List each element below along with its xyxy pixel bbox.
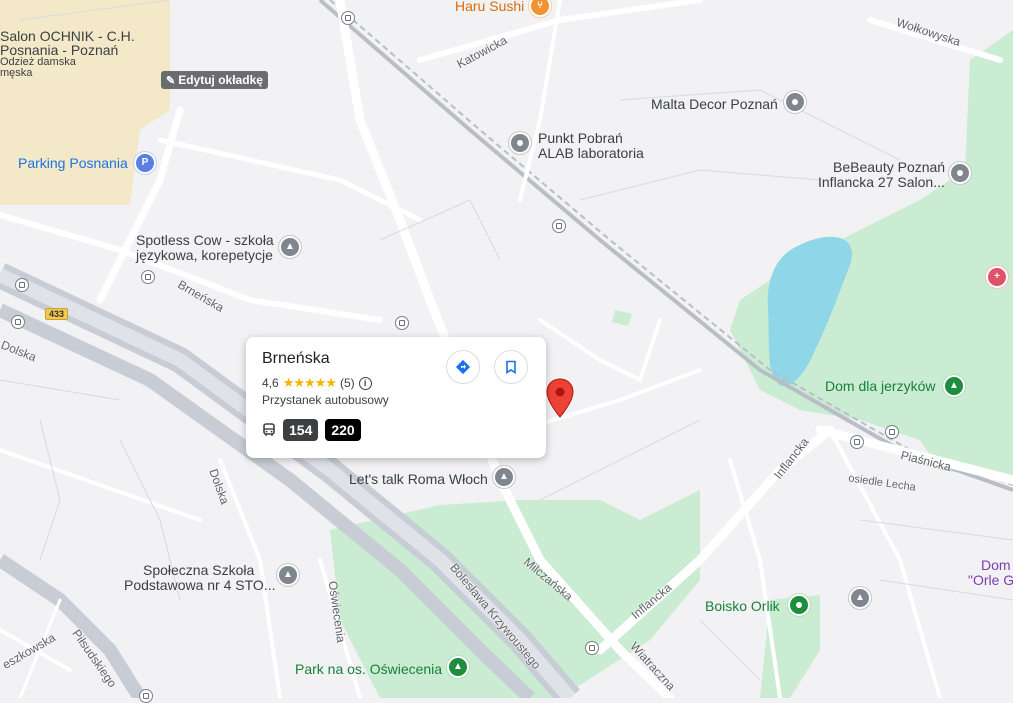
bus-line-chip[interactable]: 154	[283, 419, 319, 441]
bus-stop-icon[interactable]	[585, 641, 599, 655]
bus-stop-icon[interactable]	[395, 316, 409, 330]
rating-row: 4,6 ★★★★★ (5) i	[262, 375, 372, 391]
poi-label-salon-ochnik-4: męska	[0, 67, 33, 79]
bookmark-icon	[506, 360, 516, 374]
tree-icon[interactable]: ▲	[943, 375, 965, 397]
bus-stop-icon[interactable]	[11, 315, 25, 329]
bus-lines-row: 154 220	[262, 419, 361, 441]
poi-label-bebeauty-2[interactable]: Inflancka 27 Salon...	[818, 174, 945, 190]
school-cap-icon[interactable]: ▲	[279, 236, 301, 258]
review-count[interactable]: (5)	[340, 376, 355, 390]
map-canvas[interactable]: ✎ Edytuj okładkę 433 Haru Sushi ⑂ Salon …	[0, 0, 1013, 703]
poi-label-boisko-orlik[interactable]: Boisko Orlik	[705, 598, 780, 614]
shop-icon[interactable]	[784, 91, 806, 113]
save-button[interactable]	[494, 350, 528, 384]
poi-label-lets-talk[interactable]: Let's talk Roma Włoch	[349, 471, 488, 487]
poi-label-dom-orle-1[interactable]: Dom	[981, 557, 1011, 573]
info-icon[interactable]: i	[358, 376, 372, 390]
star-rating-icon: ★★★★★	[282, 375, 337, 390]
poi-label-punkt-pobran-1[interactable]: Punkt Pobrań	[538, 130, 623, 146]
poi-label-dom-dla-jerzykow[interactable]: Dom dla jerzyków	[825, 378, 935, 394]
school-cap-icon[interactable]: ▲	[493, 466, 515, 488]
school-cap-icon[interactable]: ▲	[277, 564, 299, 586]
school-cap-icon[interactable]: ▲	[849, 587, 871, 609]
poi-label-haru-sushi[interactable]: Haru Sushi	[455, 0, 524, 14]
poi-label-spotless-2[interactable]: językowa, korepetycje	[136, 247, 273, 263]
poi-label-parking-posnania[interactable]: Parking Posnania	[18, 155, 128, 171]
poi-label-punkt-pobran-2[interactable]: ALAB laboratoria	[538, 145, 644, 161]
route-shield: 433	[45, 308, 69, 320]
tree-icon[interactable]: ▲	[447, 656, 469, 678]
rating-value: 4,6	[262, 376, 279, 390]
pencil-icon: ✎	[166, 74, 176, 87]
edit-cover-button[interactable]: ✎ Edytuj okładkę	[161, 71, 268, 89]
shop-icon[interactable]	[949, 162, 971, 184]
bus-stop-icon[interactable]	[141, 270, 155, 284]
poi-label-spoleczna-2[interactable]: Podstawowa nr 4 STO...	[124, 577, 275, 593]
poi-label-spotless-1[interactable]: Spotless Cow - szkoła	[136, 232, 274, 248]
location-pin-icon[interactable]	[545, 378, 575, 418]
parking-icon[interactable]: P	[134, 152, 156, 174]
bus-stop-icon[interactable]	[139, 689, 153, 703]
place-type: Przystanek autobusowy	[262, 393, 389, 407]
hospital-icon[interactable]: +	[986, 266, 1008, 288]
bus-stop-icon[interactable]	[552, 219, 566, 233]
poi-label-bebeauty-1[interactable]: BeBeauty Poznań	[833, 159, 945, 175]
directions-icon	[455, 359, 471, 375]
directions-button[interactable]	[446, 350, 480, 384]
poi-label-malta-decor[interactable]: Malta Decor Poznań	[651, 96, 778, 112]
bus-line-chip[interactable]: 220	[325, 419, 361, 441]
bus-stop-icon[interactable]	[885, 425, 899, 439]
bus-stop-icon[interactable]	[850, 435, 864, 449]
bus-stop-icon[interactable]	[15, 278, 29, 292]
shop-icon[interactable]	[509, 132, 531, 154]
bus-stop-icon[interactable]	[341, 11, 355, 25]
place-title: Brneńska	[262, 350, 330, 367]
sports-icon[interactable]	[788, 594, 810, 616]
poi-label-spoleczna-1[interactable]: Społeczna Szkoła	[143, 562, 254, 578]
poi-label-park[interactable]: Park na os. Oświecenia	[295, 661, 442, 677]
place-card[interactable]: Brneńska 4,6 ★★★★★ (5) i Przystanek auto…	[246, 337, 546, 458]
edit-cover-label: Edytuj okładkę	[178, 73, 263, 87]
bus-icon	[263, 423, 275, 436]
poi-label-dom-orle-2[interactable]: "Orle G	[968, 572, 1013, 588]
